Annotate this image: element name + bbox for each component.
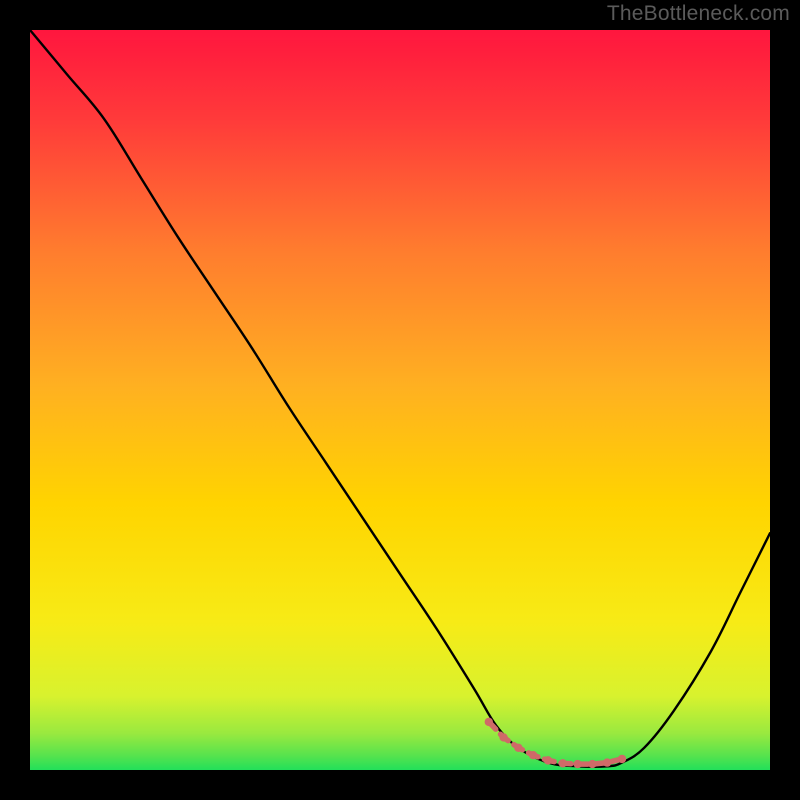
sweet-spot-marker [559,759,567,767]
sweet-spot-marker [544,756,552,764]
gradient-background [30,30,770,770]
sweet-spot-marker [603,758,611,766]
sweet-spot-marker [529,751,537,759]
sweet-spot-marker [573,760,581,768]
chart-frame: TheBottleneck.com [0,0,800,800]
sweet-spot-marker [618,755,626,763]
watermark-label: TheBottleneck.com [607,2,790,26]
bottleneck-chart [30,30,770,770]
sweet-spot-marker [588,760,596,768]
sweet-spot-marker [499,733,507,741]
sweet-spot-marker [485,718,493,726]
sweet-spot-marker [514,744,522,752]
